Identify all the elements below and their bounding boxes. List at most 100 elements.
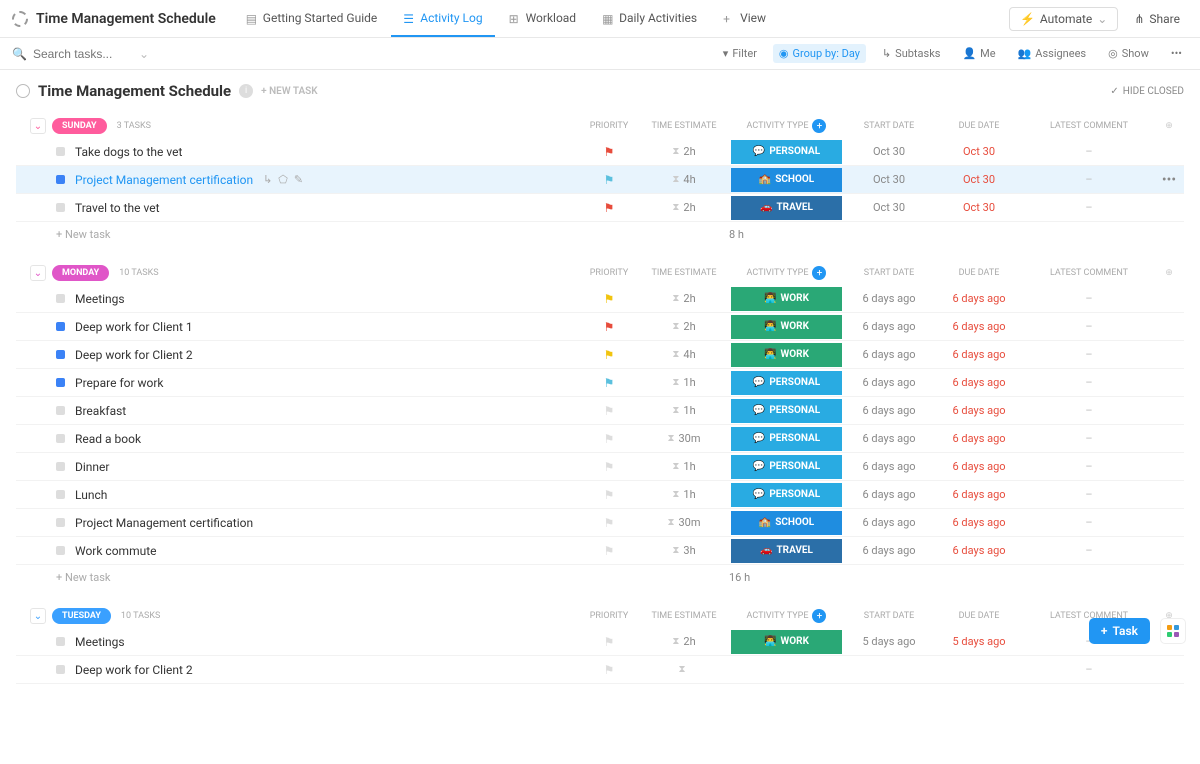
time-estimate-cell[interactable]: ⧗1h <box>639 488 729 501</box>
status-square-icon[interactable] <box>56 518 65 527</box>
new-task-fab[interactable]: + Task <box>1089 618 1150 644</box>
due-date-cell[interactable]: 6 days ago <box>934 348 1024 361</box>
start-date-cell[interactable]: 6 days ago <box>844 320 934 333</box>
start-date-cell[interactable]: 6 days ago <box>844 292 934 305</box>
task-name[interactable]: Dinner <box>75 460 109 474</box>
priority-cell[interactable]: ⚑ <box>579 292 639 306</box>
day-badge[interactable]: TUESDAY <box>52 608 111 624</box>
priority-cell[interactable]: ⚑ <box>579 488 639 502</box>
activity-type-cell[interactable]: 💬PERSONAL <box>729 399 844 423</box>
due-date-cell[interactable]: 6 days ago <box>934 404 1024 417</box>
task-row[interactable]: Travel to the vet ⚑ ⧗2h 🚗TRAVEL Oct 30 O… <box>16 194 1184 222</box>
col-activity[interactable]: ACTIVITY TYPE+ <box>729 266 844 280</box>
due-date-cell[interactable]: 6 days ago <box>934 516 1024 529</box>
start-date-cell[interactable]: 6 days ago <box>844 348 934 361</box>
activity-type-cell[interactable]: 🏫SCHOOL <box>729 511 844 535</box>
activity-type-cell[interactable]: 💬PERSONAL <box>729 140 844 164</box>
due-date-cell[interactable]: 5 days ago <box>934 635 1024 648</box>
apps-button[interactable] <box>1160 618 1186 644</box>
more-button[interactable]: ••• <box>1165 44 1188 63</box>
col-comment[interactable]: LATEST COMMENT <box>1024 121 1154 131</box>
time-estimate-cell[interactable]: ⧗3h <box>639 544 729 557</box>
task-name[interactable]: Deep work for Client 2 <box>75 663 193 677</box>
activity-type-cell[interactable]: 💬PERSONAL <box>729 483 844 507</box>
status-square-icon[interactable] <box>56 434 65 443</box>
task-row[interactable]: Work commute ⚑ ⧗3h 🚗TRAVEL 6 days ago 6 … <box>16 537 1184 565</box>
task-row[interactable]: Project Management certification ↳⬠✎ ⚑ ⧗… <box>16 166 1184 194</box>
time-estimate-cell[interactable]: ⧗2h <box>639 635 729 648</box>
status-square-icon[interactable] <box>56 490 65 499</box>
due-date-cell[interactable]: Oct 30 <box>934 145 1024 158</box>
show-button[interactable]: ◎Show <box>1102 44 1155 63</box>
priority-cell[interactable]: ⚑ <box>579 635 639 649</box>
task-name[interactable]: Deep work for Client 2 <box>75 348 193 362</box>
info-icon[interactable]: i <box>239 84 253 98</box>
task-row[interactable]: Project Management certification ⚑ ⧗30m … <box>16 509 1184 537</box>
activity-type-cell[interactable]: 🏫SCHOOL <box>729 168 844 192</box>
tag-icon[interactable]: ⬠ <box>278 173 288 186</box>
start-date-cell[interactable]: 6 days ago <box>844 460 934 473</box>
comment-cell[interactable]: – <box>1024 516 1154 529</box>
activity-type-cell[interactable]: 💬PERSONAL <box>729 427 844 451</box>
due-date-cell[interactable]: 6 days ago <box>934 460 1024 473</box>
activity-type-cell[interactable]: 🚗TRAVEL <box>729 539 844 563</box>
start-date-cell[interactable]: 6 days ago <box>844 488 934 501</box>
task-row[interactable]: Meetings ⚑ ⧗2h 👨‍💻WORK 5 days ago 5 days… <box>16 628 1184 656</box>
comment-cell[interactable]: – <box>1024 544 1154 557</box>
col-due[interactable]: DUE DATE <box>934 121 1024 131</box>
due-date-cell[interactable]: 6 days ago <box>934 544 1024 557</box>
comment-cell[interactable]: – <box>1024 432 1154 445</box>
start-date-cell[interactable]: Oct 30 <box>844 201 934 214</box>
task-name[interactable]: Work commute <box>75 544 157 558</box>
status-square-icon[interactable] <box>56 546 65 555</box>
col-comment[interactable]: LATEST COMMENT <box>1024 268 1154 278</box>
priority-cell[interactable]: ⚑ <box>579 663 639 677</box>
add-task-row[interactable]: + New task16 h <box>16 565 1184 584</box>
task-name[interactable]: Lunch <box>75 488 107 502</box>
status-square-icon[interactable] <box>56 637 65 646</box>
filter-button[interactable]: ▾Filter <box>717 44 763 63</box>
col-priority[interactable]: PRIORITY <box>579 268 639 278</box>
task-row[interactable]: Lunch ⚑ ⧗1h 💬PERSONAL 6 days ago 6 days … <box>16 481 1184 509</box>
start-date-cell[interactable]: 5 days ago <box>844 635 934 648</box>
add-column-button[interactable]: ⊕ <box>1154 268 1184 278</box>
comment-cell[interactable]: – <box>1024 488 1154 501</box>
priority-cell[interactable]: ⚑ <box>579 173 639 187</box>
priority-cell[interactable]: ⚑ <box>579 544 639 558</box>
assignees-button[interactable]: 👥Assignees <box>1012 44 1093 63</box>
time-estimate-cell[interactable]: ⧗1h <box>639 404 729 417</box>
activity-type-cell[interactable]: 👨‍💻WORK <box>729 315 844 339</box>
tab-activity-log[interactable]: ☰Activity Log <box>391 1 494 37</box>
col-activity[interactable]: ACTIVITY TYPE+ <box>729 609 844 623</box>
activity-type-cell[interactable]: 👨‍💻WORK <box>729 630 844 654</box>
time-estimate-cell[interactable]: ⧗30m <box>639 516 729 529</box>
priority-cell[interactable]: ⚑ <box>579 432 639 446</box>
tab-view[interactable]: +View <box>711 1 778 37</box>
priority-cell[interactable]: ⚑ <box>579 201 639 215</box>
col-start[interactable]: START DATE <box>844 268 934 278</box>
time-estimate-cell[interactable]: ⧗2h <box>639 320 729 333</box>
priority-cell[interactable]: ⚑ <box>579 376 639 390</box>
col-time[interactable]: TIME ESTIMATE <box>639 268 729 278</box>
col-due[interactable]: DUE DATE <box>934 611 1024 621</box>
task-row[interactable]: Dinner ⚑ ⧗1h 💬PERSONAL 6 days ago 6 days… <box>16 453 1184 481</box>
task-row[interactable]: Deep work for Client 2 ⚑ ⧗ – <box>16 656 1184 684</box>
collapse-button[interactable]: ⌄ <box>30 265 46 281</box>
start-date-cell[interactable]: 6 days ago <box>844 516 934 529</box>
activity-type-cell[interactable]: 👨‍💻WORK <box>729 287 844 311</box>
task-name[interactable]: Prepare for work <box>75 376 164 390</box>
priority-cell[interactable]: ⚑ <box>579 348 639 362</box>
comment-cell[interactable]: – <box>1024 460 1154 473</box>
hide-closed-button[interactable]: ✓ HIDE CLOSED <box>1110 86 1184 97</box>
task-row[interactable]: Deep work for Client 1 ⚑ ⧗2h 👨‍💻WORK 6 d… <box>16 313 1184 341</box>
activity-type-cell[interactable]: 💬PERSONAL <box>729 455 844 479</box>
status-square-icon[interactable] <box>56 294 65 303</box>
automate-button[interactable]: ⚡ Automate ⌄ <box>1009 7 1118 31</box>
tab-workload[interactable]: ⊞Workload <box>497 1 589 37</box>
time-estimate-cell[interactable]: ⧗1h <box>639 376 729 389</box>
task-row[interactable]: Take dogs to the vet ⚑ ⧗2h 💬PERSONAL Oct… <box>16 138 1184 166</box>
comment-cell[interactable]: – <box>1024 348 1154 361</box>
day-badge[interactable]: SUNDAY <box>52 118 107 134</box>
comment-cell[interactable]: – <box>1024 145 1154 158</box>
day-badge[interactable]: MONDAY <box>52 265 109 281</box>
